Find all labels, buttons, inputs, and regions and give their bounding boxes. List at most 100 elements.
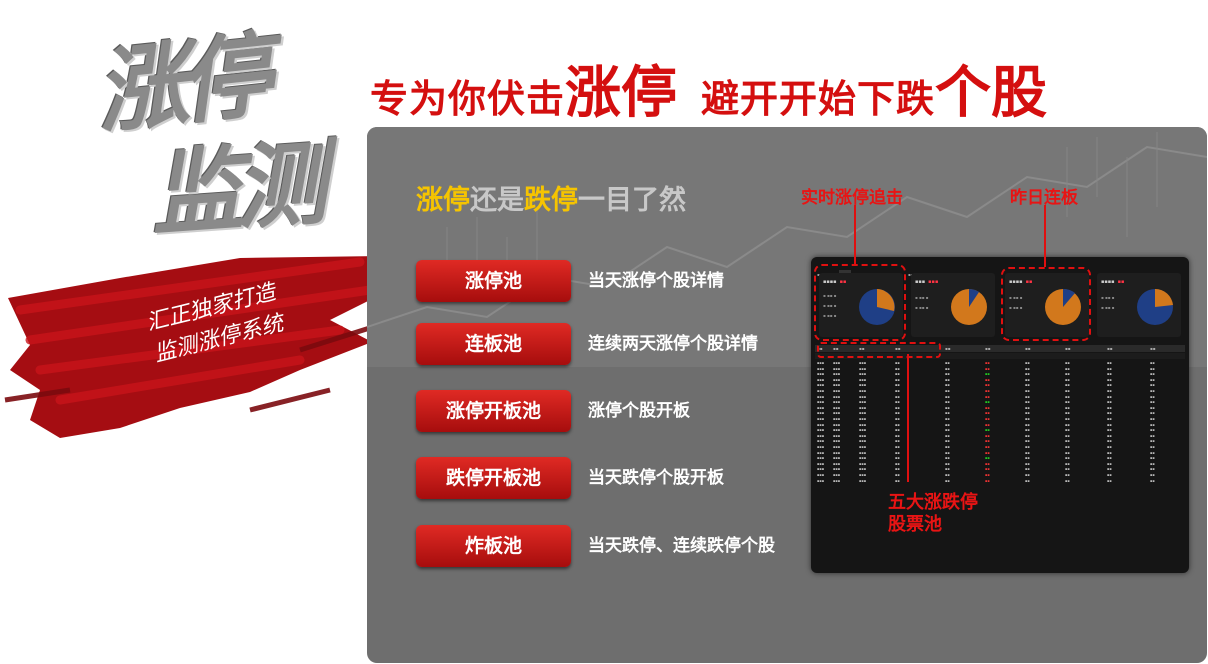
table-cell: ▪▪	[1107, 383, 1112, 388]
table-cell: ▪▪	[1150, 450, 1155, 455]
table-cell: ▪▪	[1065, 405, 1070, 410]
table-cell: ▪▪	[895, 389, 900, 393]
table-cell: ▪▪	[985, 461, 990, 466]
table-cell: ▪▪	[1065, 456, 1070, 461]
table-cell: ▪▪	[1107, 405, 1112, 410]
table-row: ▪▪▪ ▪▪▪ ▪▪▪ ▪▪ ▪▪ ▪▪ ▪▪ ▪▪ ▪▪ ▪▪	[815, 423, 1185, 428]
table-cell: ▪▪▪	[833, 461, 841, 466]
table-cell: ▪▪▪	[833, 389, 841, 393]
subtitle-limit-down: 跌停	[524, 185, 578, 216]
table-cell: ▪▪	[895, 361, 900, 365]
table-cell: ▪▪▪	[817, 383, 825, 388]
table-cell: ▪▪	[895, 456, 900, 461]
pool-button-burst[interactable]: 炸板池	[416, 525, 571, 567]
table-cell: ▪▪	[985, 450, 990, 455]
table-cell: ▪▪▪	[817, 473, 825, 477]
table-cell: ▪▪▪	[859, 394, 867, 399]
table-cell: ▪▪	[1150, 428, 1155, 433]
table-cell: ▪▪	[1150, 372, 1155, 377]
table-row: ▪▪▪ ▪▪▪ ▪▪▪ ▪▪ ▪▪ ▪▪ ▪▪ ▪▪ ▪▪ ▪▪	[815, 383, 1185, 388]
table-cell: ▪▪	[985, 361, 990, 365]
table-cell: ▪▪	[1025, 405, 1030, 410]
table-cell: ▪▪	[1107, 473, 1112, 477]
table-cell: ▪▪	[1107, 467, 1112, 472]
table-cell: ▪▪	[1065, 417, 1070, 421]
table-cell: ▪▪	[945, 461, 950, 466]
table-cell: ▪▪▪	[833, 394, 841, 399]
table-cell: ▪▪▪	[833, 417, 841, 421]
table-cell: ▪▪	[1107, 461, 1112, 466]
table-cell: ▪▪▪	[859, 467, 867, 472]
calligraphy-title-line2: 监测	[146, 129, 323, 249]
table-cell: ▪▪▪	[817, 394, 825, 399]
table-cell: ▪▪▪	[833, 372, 841, 377]
table-cell: ▪▪	[1065, 411, 1070, 416]
table-cell: ▪▪	[1025, 467, 1030, 472]
table-cell: ▪▪	[1065, 400, 1070, 405]
pool-desc-limit-up-open: 涨停个股开板	[588, 401, 690, 421]
table-header-cell: ▪▪	[945, 346, 951, 351]
table-row: ▪▪▪ ▪▪▪ ▪▪▪ ▪▪ ▪▪ ▪▪ ▪▪ ▪▪ ▪▪ ▪▪	[815, 395, 1185, 400]
table-cell: ▪▪▪	[859, 473, 867, 477]
table-row: ▪▪▪ ▪▪▪ ▪▪▪ ▪▪ ▪▪ ▪▪ ▪▪ ▪▪ ▪▪ ▪▪	[815, 462, 1185, 467]
table-cell: ▪▪	[945, 439, 950, 444]
table-row: ▪▪▪ ▪▪▪ ▪▪▪ ▪▪ ▪▪ ▪▪ ▪▪ ▪▪ ▪▪ ▪▪	[815, 479, 1185, 484]
pool-button-limit-down-open[interactable]: 跌停开板池	[416, 457, 571, 499]
table-cell: ▪▪▪	[833, 377, 841, 382]
card-line: ▪ ▪▪ ▪	[1101, 295, 1115, 300]
card-title: ▪▪▪▪▪▪	[1101, 279, 1125, 285]
table-cell: ▪▪	[895, 478, 900, 483]
callout-five-pools: 五大涨跌停 股票池	[888, 492, 978, 536]
pool-button-consecutive[interactable]: 连板池	[416, 323, 571, 365]
stat-card-2: ▪▪▪ ▪▪▪ ▪ ▪▪ ▪ ▪ ▪▪ ▪	[911, 273, 995, 337]
table-cell: ▪▪▪	[817, 461, 825, 466]
table-cell: ▪▪	[1107, 394, 1112, 399]
table-cell: ▪▪	[895, 417, 900, 421]
table-cell: ▪▪▪	[859, 461, 867, 466]
highlight-pool-tabs	[817, 342, 941, 358]
table-cell: ▪▪▪	[833, 400, 841, 405]
table-cell: ▪▪	[945, 366, 950, 371]
card-title: ▪▪▪▪▪▪	[915, 279, 939, 285]
table-cell: ▪▪	[895, 377, 900, 382]
table-cell: ▪▪	[985, 389, 990, 393]
table-cell: ▪▪	[945, 417, 950, 421]
table-cell: ▪▪▪	[817, 439, 825, 444]
table-cell: ▪▪	[1150, 461, 1155, 466]
table-cell: ▪▪▪	[859, 478, 867, 483]
table-cell: ▪▪	[895, 439, 900, 444]
table-cell: ▪▪▪	[817, 445, 825, 449]
table-cell: ▪▪	[985, 473, 990, 477]
table-row: ▪▪▪ ▪▪▪ ▪▪▪ ▪▪ ▪▪ ▪▪ ▪▪ ▪▪ ▪▪ ▪▪	[815, 417, 1185, 422]
table-cell: ▪▪	[1150, 411, 1155, 416]
table-cell: ▪▪▪	[859, 445, 867, 449]
callout-line	[1044, 205, 1046, 267]
table-cell: ▪▪	[1025, 411, 1030, 416]
table-cell: ▪▪	[1025, 400, 1030, 405]
table-cell: ▪▪	[1025, 377, 1030, 382]
table-cell: ▪▪	[1025, 394, 1030, 399]
table-cell: ▪▪	[945, 389, 950, 393]
table-cell: ▪▪▪	[817, 478, 825, 483]
pool-desc-burst: 当天跌停、连续跌停个股	[588, 536, 775, 556]
pool-desc-limit-up: 当天涨停个股详情	[588, 271, 724, 291]
callout-realtime: 实时涨停追击	[801, 188, 903, 208]
table-cell: ▪▪	[1150, 394, 1155, 399]
headline-part2: 涨停	[565, 61, 678, 126]
table-cell: ▪▪	[1025, 372, 1030, 377]
table-cell: ▪▪▪	[859, 405, 867, 410]
table-cell: ▪▪	[945, 361, 950, 365]
pool-button-limit-up[interactable]: 涨停池	[416, 260, 571, 302]
headline-part4: 个股	[935, 61, 1048, 126]
table-cell: ▪▪	[895, 450, 900, 455]
table-cell: ▪▪▪	[859, 439, 867, 444]
table-cell: ▪▪▪	[833, 450, 841, 455]
table-cell: ▪▪	[1150, 456, 1155, 461]
highlight-realtime-card	[814, 264, 906, 341]
table-cell: ▪▪	[945, 445, 950, 449]
pie-chart-icon	[1137, 288, 1173, 325]
table-cell: ▪▪	[985, 400, 990, 405]
table-cell: ▪▪▪	[817, 467, 825, 472]
pool-button-limit-up-open[interactable]: 涨停开板池	[416, 390, 571, 432]
callout-line	[907, 354, 909, 482]
